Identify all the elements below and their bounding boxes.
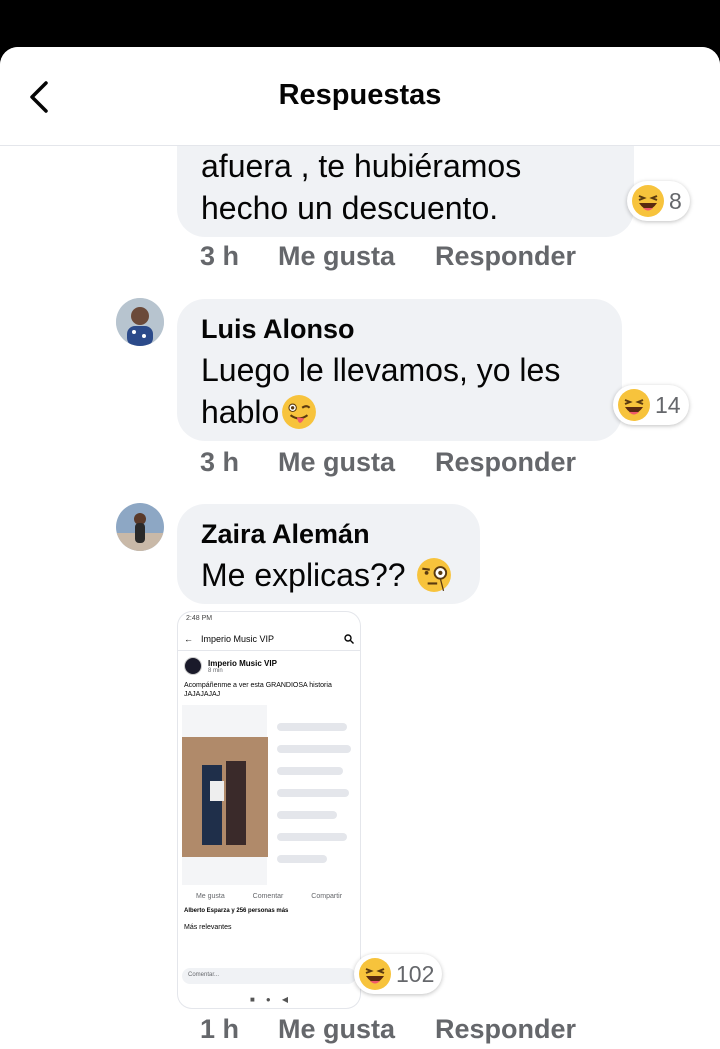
avatar-image: [116, 298, 164, 346]
story-screenshot-right: [271, 705, 356, 885]
story-screenshot-left: [182, 705, 268, 885]
reaction-count: 8: [669, 187, 682, 214]
header: Respuestas: [0, 47, 720, 146]
comment-text-line: afuera , te hubiéramos: [201, 148, 522, 184]
comment-bubble[interactable]: Luis Alonso Luego le llevamos, yo les ha…: [177, 299, 622, 441]
comment-author[interactable]: Zaira Alemán: [201, 518, 370, 550]
replies-sheet: afuera , te hubiéramos hecho un descuent…: [0, 47, 720, 1049]
reaction-badge[interactable]: 14: [613, 385, 689, 425]
comment-bubble[interactable]: Zaira Alemán Me explicas??: [177, 504, 480, 604]
page-avatar: [184, 657, 202, 675]
relevance-filter: Más relevantes: [184, 924, 232, 931]
reply-button[interactable]: Responder: [435, 241, 576, 272]
post-text: Acompáñenme a ver esta GRANDIOSA histori…: [184, 682, 332, 698]
replies-list: afuera , te hubiéramos hecho un descuent…: [0, 47, 720, 1049]
search-title: Imperio Music VIP: [201, 634, 275, 644]
page-name: Imperio Music VIP: [208, 658, 277, 668]
laugh-emoji-icon: [359, 958, 391, 990]
post-images: [178, 699, 360, 885]
back-arrow-icon: ←: [184, 634, 193, 644]
comment-author[interactable]: Luis Alonso: [201, 313, 355, 345]
comment-text-line: hablo: [201, 391, 317, 433]
comment-action: Comentar: [252, 893, 284, 900]
search-icon: [344, 634, 354, 644]
composer: Comentar...: [182, 968, 356, 984]
comment-time: 3 h: [200, 447, 240, 477]
nav-bar: ■ ● ◀: [249, 995, 289, 1004]
composer-placeholder: Comentar...: [188, 972, 220, 978]
comment-text: hablo: [201, 394, 280, 430]
comment-text-line: Me explicas??: [201, 554, 452, 596]
comment-time: 3 h: [200, 241, 240, 271]
avatar-image: [116, 503, 164, 551]
comment-text-line: hecho un descuento.: [201, 190, 499, 226]
post-time: 8 min: [208, 667, 223, 674]
reply-button[interactable]: Responder: [435, 1014, 576, 1045]
like-action: Me gusta: [195, 893, 225, 900]
like-button[interactable]: Me gusta: [278, 241, 395, 272]
reaction-count: 14: [655, 391, 681, 418]
share-action: Compartir: [311, 893, 343, 900]
avatar[interactable]: [116, 503, 164, 551]
post-header: Imperio Music VIP 8 min: [178, 651, 360, 681]
laugh-emoji-icon: [632, 185, 664, 217]
comment-time: 1 h: [200, 1014, 240, 1044]
winking-tongue-emoji-icon: [282, 395, 317, 429]
attachment-image[interactable]: 2:48 PM ← Imperio Music VIP Imperio Musi…: [178, 612, 360, 1008]
monocle-face-emoji-icon: [416, 558, 451, 592]
comment-text-line: Luego le llevamos, yo les: [201, 352, 561, 388]
reaction-badge[interactable]: 102: [354, 954, 443, 994]
reply-button[interactable]: Responder: [435, 447, 576, 478]
avatar[interactable]: [116, 298, 164, 346]
like-button[interactable]: Me gusta: [278, 1014, 395, 1045]
search-header: ← Imperio Music VIP: [178, 628, 360, 651]
comment-text: Me explicas??: [201, 557, 406, 593]
reaction-summary: Alberto Esparza y 256 personas más: [184, 908, 289, 914]
reaction-count: 102: [396, 960, 435, 987]
page-title: Respuestas: [278, 79, 442, 111]
like-button[interactable]: Me gusta: [278, 447, 395, 478]
reaction-badge[interactable]: 8: [627, 181, 690, 221]
post-actions: Me gusta Comentar Compartir: [178, 885, 360, 904]
laugh-emoji-icon: [618, 389, 650, 421]
status-time: 2:48 PM: [186, 615, 213, 622]
status-bar: 2:48 PM: [178, 612, 360, 628]
